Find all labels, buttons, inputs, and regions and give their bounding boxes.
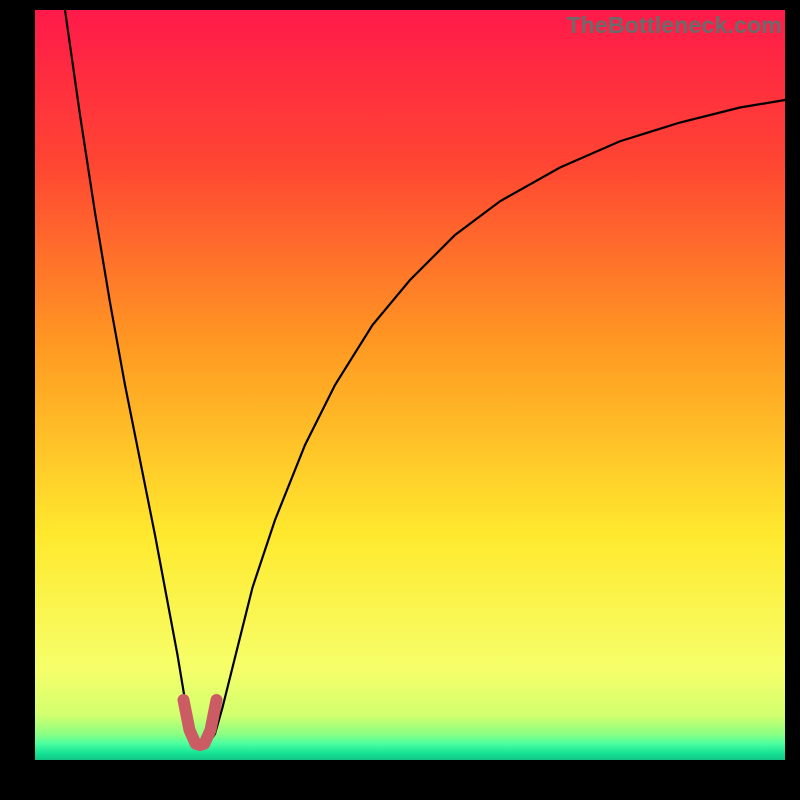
plot-frame bbox=[35, 10, 785, 760]
watermark-text: TheBottleneck.com bbox=[566, 12, 782, 39]
gradient-background bbox=[35, 10, 785, 760]
bottleneck-chart bbox=[35, 10, 785, 760]
